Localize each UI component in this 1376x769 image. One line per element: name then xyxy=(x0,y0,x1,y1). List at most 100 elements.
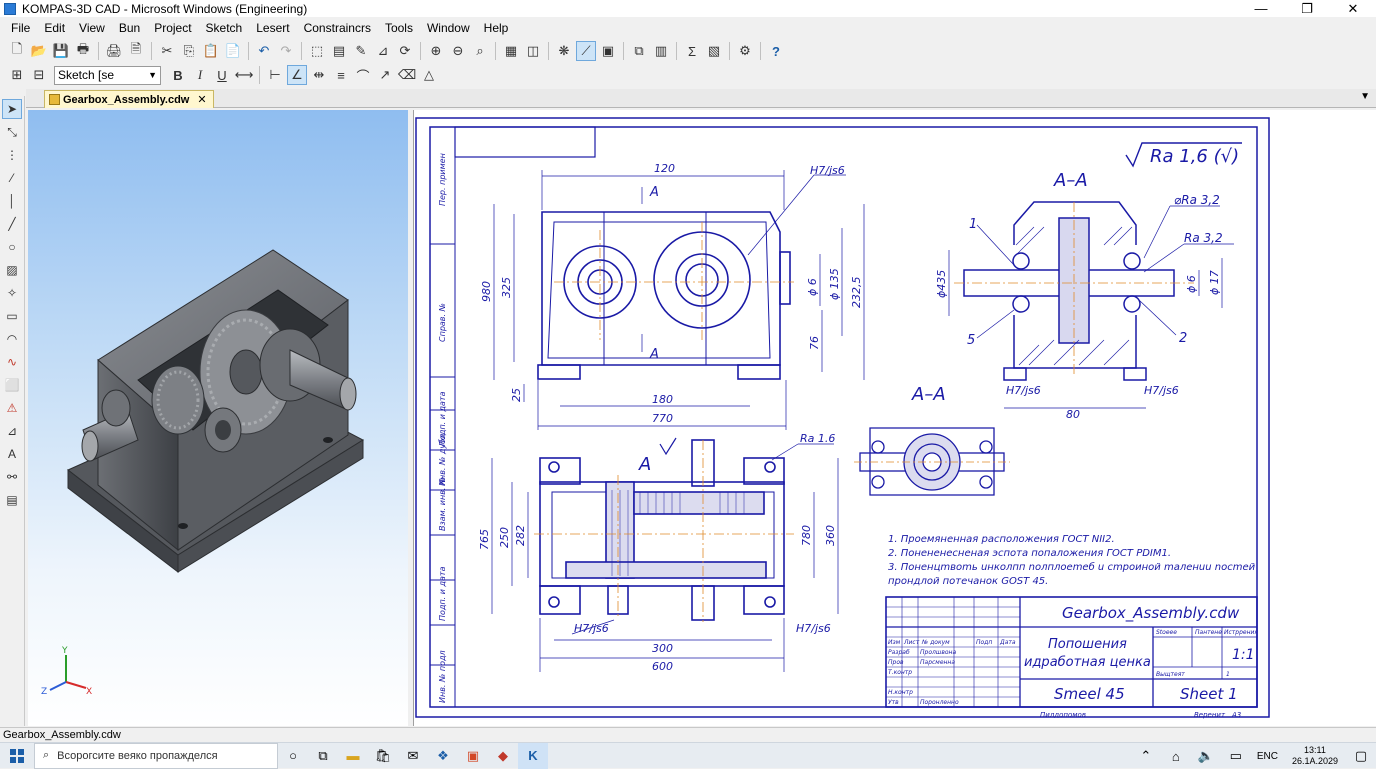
minimize-button[interactable]: — xyxy=(1238,0,1284,17)
drawing-mode-icon[interactable]: ⟋ xyxy=(576,41,596,61)
rectangle-icon[interactable]: ▭ xyxy=(2,306,22,326)
file-explorer-icon[interactable]: ▬ xyxy=(338,743,368,769)
arc-icon[interactable]: ◠ xyxy=(2,329,22,349)
volume-icon[interactable]: 🔈 xyxy=(1191,743,1221,769)
line-icon[interactable]: ╱ xyxy=(2,214,22,234)
zoom-window-icon[interactable]: ⌕ xyxy=(470,41,490,61)
redo-icon[interactable]: ↷ xyxy=(276,41,296,61)
preview-icon[interactable]: 🗎 xyxy=(126,41,146,61)
open-folder-icon[interactable]: 📂 xyxy=(29,41,49,61)
help-icon[interactable]: ? xyxy=(766,41,786,61)
battery-icon[interactable]: ▭ xyxy=(1221,743,1251,769)
refresh-icon[interactable]: ⟳ xyxy=(395,41,415,61)
horizontal-dim-icon[interactable]: ⊢ xyxy=(265,65,285,85)
network-icon[interactable]: ⌂ xyxy=(1161,743,1191,769)
menu-constraints[interactable]: Constraincrs xyxy=(297,18,378,38)
menu-sketch[interactable]: Sketch xyxy=(199,18,250,38)
menu-view[interactable]: View xyxy=(72,18,112,38)
close-window-button[interactable]: ✕ xyxy=(1330,0,1376,17)
linear-dim-icon[interactable]: ⟷ xyxy=(234,65,254,85)
new-file-icon[interactable]: 🗋 xyxy=(7,41,27,61)
vertical-line-icon[interactable]: │ xyxy=(2,191,22,211)
settings-icon[interactable]: ⚙ xyxy=(735,41,755,61)
doc-tab-gearbox[interactable]: Gearbox_Assembly.cdw ✕ xyxy=(44,90,214,108)
media-icon[interactable]: ◆ xyxy=(488,743,518,769)
menu-bun[interactable]: Bun xyxy=(112,18,147,38)
report-icon[interactable]: ▧ xyxy=(704,41,724,61)
save-icon[interactable]: 💾 xyxy=(51,41,71,61)
roughness-icon[interactable]: △ xyxy=(419,65,439,85)
cut-icon[interactable]: ✂ xyxy=(157,41,177,61)
sketch-edit-icon[interactable]: ✎ xyxy=(351,41,371,61)
bold-button[interactable]: B xyxy=(168,65,188,85)
print-icon[interactable]: 🖶 xyxy=(73,41,93,61)
aux-line-icon[interactable]: ⁄ xyxy=(2,168,22,188)
model-3d-viewport[interactable]: Y X Z xyxy=(28,110,408,726)
node-icon[interactable]: ✧ xyxy=(2,283,22,303)
view-layout-icon[interactable]: ⊞ xyxy=(7,65,27,85)
warning-icon[interactable]: ⚠ xyxy=(2,398,22,418)
kompas-taskbar-icon[interactable]: K xyxy=(518,742,548,769)
text-icon[interactable]: A xyxy=(2,444,22,464)
mail-icon[interactable]: ✉ xyxy=(398,743,428,769)
menu-project[interactable]: Project xyxy=(147,18,198,38)
dropbox-icon[interactable]: ❖ xyxy=(428,743,458,769)
menu-lesert[interactable]: Lesert xyxy=(249,18,296,38)
measure-tool-icon[interactable]: ⊿ xyxy=(2,421,22,441)
task-view-icon[interactable]: ⧉ xyxy=(308,743,338,769)
store-icon[interactable]: 🛍 xyxy=(368,743,398,769)
hatch-icon[interactable]: ▨ xyxy=(2,260,22,280)
copy-icon[interactable]: ⎘ xyxy=(179,41,199,61)
windows-start-icon[interactable] xyxy=(0,743,34,769)
circle-icon[interactable]: ○ xyxy=(2,237,22,257)
underline-button[interactable]: U xyxy=(212,65,232,85)
spline-icon[interactable]: ∿ xyxy=(2,352,22,372)
grid-icon[interactable]: ▦ xyxy=(501,41,521,61)
tab-list-chevron-icon[interactable]: ▼ xyxy=(1360,91,1370,102)
taskbar-search-box[interactable]: ⌕ Всорогсите веяко пропажделся xyxy=(34,742,278,769)
point-icon[interactable]: ⋮ xyxy=(2,145,22,165)
select-icon[interactable]: ⬚ xyxy=(307,41,327,61)
menu-edit[interactable]: Edit xyxy=(37,18,72,38)
notification-icon[interactable]: ▢ xyxy=(1346,743,1376,769)
view-layout-2-icon[interactable]: ⊟ xyxy=(29,65,49,85)
leader-icon[interactable]: ↗ xyxy=(375,65,395,85)
close-tab-icon[interactable]: ✕ xyxy=(197,93,206,106)
rebuild-icon[interactable]: ❋ xyxy=(554,41,574,61)
drawing-sheet-viewport[interactable]: Пер. примен Справ. № Подп. и дата Инв. №… xyxy=(413,110,1376,726)
office-icon[interactable]: ▣ xyxy=(458,743,488,769)
menu-tools[interactable]: Tools xyxy=(378,18,420,38)
paste-special-icon[interactable]: 📄 xyxy=(223,41,243,61)
spec-icon[interactable]: ▤ xyxy=(2,490,22,510)
view-manager-icon[interactable]: ▣ xyxy=(598,41,618,61)
style-combo[interactable]: Sketch [se ▼ xyxy=(54,65,161,85)
frame-icon[interactable]: ⬜ xyxy=(2,375,22,395)
eraser-icon[interactable]: ⌫ xyxy=(397,65,417,85)
layers-icon[interactable]: ◫ xyxy=(523,41,543,61)
taskbar-clock[interactable]: 13:11 26.1А.2029 xyxy=(1292,745,1338,767)
undo-icon[interactable]: ↶ xyxy=(254,41,274,61)
cortana-icon[interactable]: ○ xyxy=(278,743,308,769)
language-indicator[interactable]: ENC xyxy=(1257,751,1278,762)
print-preview-icon[interactable]: 🖨 xyxy=(104,41,124,61)
chain-dim-icon[interactable]: ⇹ xyxy=(309,65,329,85)
zoom-in-icon[interactable]: ⊕ xyxy=(426,41,446,61)
zoom-out-icon[interactable]: ⊖ xyxy=(448,41,468,61)
table-icon[interactable]: ▥ xyxy=(651,41,671,61)
baseline-dim-icon[interactable]: ≡ xyxy=(331,65,351,85)
tray-chevron-icon[interactable]: ⌃ xyxy=(1131,743,1161,769)
parameters-icon[interactable]: ⚯ xyxy=(2,467,22,487)
library-icon[interactable]: ⧉ xyxy=(629,41,649,61)
sum-icon[interactable]: Σ xyxy=(682,41,702,61)
menu-file[interactable]: File xyxy=(4,18,37,38)
angle-dim-icon[interactable]: ∠ xyxy=(287,65,307,85)
properties-icon[interactable]: ▤ xyxy=(329,41,349,61)
radius-dim-icon[interactable]: ⌒ xyxy=(353,65,373,85)
italic-button[interactable]: I xyxy=(190,65,210,85)
menu-help[interactable]: Help xyxy=(477,18,516,38)
paste-icon[interactable]: 📋 xyxy=(201,41,221,61)
snap-icon[interactable]: ⤡ xyxy=(2,122,22,142)
menu-window[interactable]: Window xyxy=(420,18,477,38)
pointer-icon[interactable]: ➤ xyxy=(2,99,22,119)
maximize-button[interactable]: ❐ xyxy=(1284,0,1330,17)
